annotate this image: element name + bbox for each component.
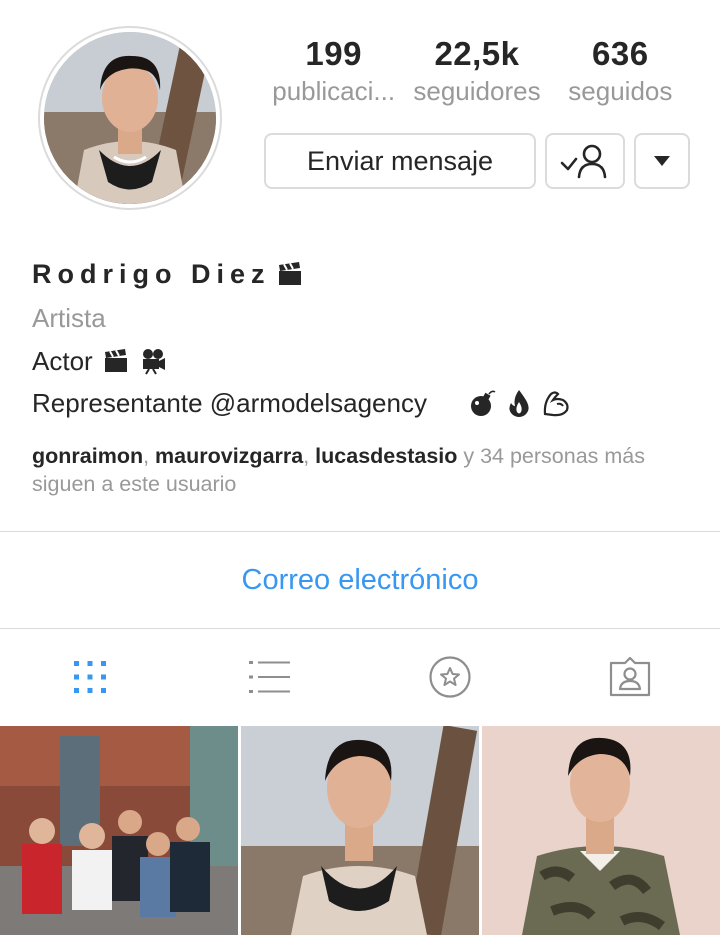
tagged-person-icon [609, 657, 651, 697]
movie-camera-icon [139, 347, 167, 375]
bomb-icon [470, 390, 496, 416]
followed-by-text[interactable]: gonraimon, maurovizgarra, lucasdestasio … [32, 442, 682, 498]
fire-icon [509, 390, 529, 417]
flexed-biceps-icon [543, 391, 569, 417]
divider [0, 628, 720, 629]
profile-name-row: Rodrigo Diez [32, 252, 692, 296]
bio-emoji-group [467, 388, 571, 418]
followers-stat[interactable]: 22,5k seguidores [405, 34, 548, 108]
clapperboard-icon [103, 348, 129, 374]
clapperboard-icon [277, 261, 303, 287]
post-thumbnail[interactable] [241, 726, 479, 935]
following-count: 636 [592, 35, 649, 72]
following-button[interactable] [545, 133, 625, 189]
tab-list[interactable] [180, 630, 360, 724]
posts-grid [0, 726, 720, 935]
following-check-person-icon [560, 144, 607, 179]
followers-count: 22,5k [434, 35, 520, 72]
caret-down-icon [654, 156, 670, 166]
group-photo [0, 726, 238, 935]
list-icon [249, 661, 290, 693]
tab-saved[interactable] [360, 630, 540, 724]
posts-label: publicaci... [272, 76, 396, 106]
bio-text-agency: Representante @armodelsagency [32, 388, 427, 418]
tab-grid[interactable] [0, 630, 180, 724]
follower-username[interactable]: lucasdestasio [315, 444, 457, 468]
profile-category: Artista [32, 303, 106, 333]
bio-line-agency: Representante @armodelsagency [32, 382, 692, 424]
bandana-portrait [241, 726, 479, 935]
send-message-button[interactable]: Enviar mensaje [264, 133, 536, 189]
bio-text-actor: Actor [32, 346, 93, 376]
bio-line-actor: Actor [32, 340, 692, 382]
camo-jacket-portrait [482, 726, 720, 935]
posts-stat[interactable]: 199 publicaci... [262, 34, 405, 108]
post-thumbnail[interactable] [0, 726, 238, 935]
tab-tagged[interactable] [540, 630, 720, 724]
grid-icon [74, 661, 106, 693]
following-label: seguidos [568, 76, 673, 106]
following-stat[interactable]: 636 seguidos [549, 34, 692, 108]
profile-avatar-ring[interactable] [38, 26, 222, 210]
post-thumbnail[interactable] [482, 726, 720, 935]
profile-actions: Enviar mensaje [264, 133, 690, 189]
profile-stats: 199 publicaci... 22,5k seguidores 636 se… [262, 34, 692, 108]
profile-photo [44, 32, 216, 204]
followers-label: seguidores [413, 76, 541, 106]
more-options-button[interactable] [634, 133, 690, 189]
profile-name: Rodrigo Diez [32, 259, 271, 289]
posts-count: 199 [305, 35, 362, 72]
profile-bio: Rodrigo Diez Artista Actor Representante… [32, 252, 692, 424]
avatar [44, 32, 216, 204]
follower-username[interactable]: gonraimon [32, 444, 143, 468]
star-circle-icon [429, 656, 471, 698]
profile-tabs [0, 630, 720, 724]
email-contact-button[interactable]: Correo electrónico [0, 532, 720, 628]
follower-username[interactable]: maurovizgarra [155, 444, 303, 468]
